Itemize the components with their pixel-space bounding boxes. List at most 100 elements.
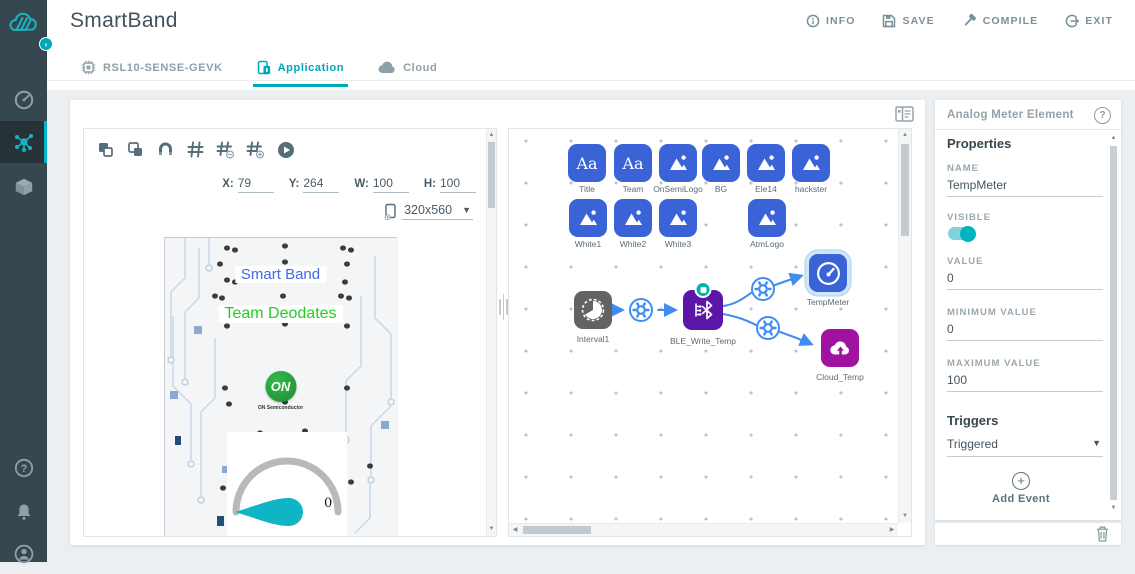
page-title: SmartBand [70, 9, 178, 32]
help-icon[interactable]: ? [1094, 107, 1111, 124]
element-node-white3[interactable] [659, 199, 697, 237]
gauge-icon [13, 89, 35, 111]
device-size-select[interactable]: 320x560 ▼ [384, 203, 473, 220]
scrollbar-thumb[interactable] [901, 144, 909, 236]
element-node-atmlogo[interactable] [748, 199, 786, 237]
scroll-left-arrow[interactable]: ◀ [509, 524, 521, 536]
value-field-input[interactable]: 0 [947, 271, 1103, 290]
play-preview-icon[interactable] [276, 140, 295, 159]
flow-node-cloud-temp[interactable] [821, 329, 859, 367]
chip-icon [81, 60, 96, 75]
ble-status-badge [694, 281, 712, 298]
image-icon [625, 210, 642, 225]
scrollbar-thumb[interactable] [523, 526, 591, 534]
maximum-value-input[interactable]: 100 [947, 373, 1103, 392]
visible-toggle[interactable] [948, 225, 976, 242]
minimum-value-input[interactable]: 0 [947, 322, 1103, 341]
bring-forward-icon[interactable] [96, 140, 115, 159]
element-node-team[interactable]: Aa [614, 144, 652, 182]
designer-scrollbar[interactable]: ▲ ▼ [486, 129, 496, 536]
sidebar-item-dashboard[interactable] [0, 80, 47, 120]
sidebar-item-account[interactable] [0, 534, 47, 574]
compile-button[interactable]: COMPILE [962, 13, 1039, 28]
position-size-fields: X: 79 Y: 264 W: 100 H: 100 [222, 176, 476, 193]
scrollbar-thumb[interactable] [1110, 146, 1117, 500]
preview-team-name[interactable]: Team Deodates [218, 305, 343, 323]
designer-toolbar [96, 140, 295, 159]
sidebar-item-notifications[interactable] [0, 492, 47, 532]
flow-node-interval1[interactable] [574, 291, 612, 329]
on-semiconductor-caption: ON Semiconductor [257, 405, 304, 411]
element-node-hackster[interactable] [792, 144, 830, 182]
preview-app-title[interactable]: Smart Band [234, 266, 327, 283]
y-field-input[interactable]: 264 [303, 176, 340, 193]
h-field-input[interactable]: 100 [440, 176, 476, 193]
element-node-bg[interactable] [702, 144, 740, 182]
sidebar-item-node-editor[interactable] [0, 121, 47, 163]
sidebar-item-help[interactable]: ? [0, 448, 47, 488]
panel-splitter-handle[interactable] [499, 290, 509, 324]
app-cloud-logo-icon[interactable] [6, 9, 41, 37]
scroll-down-arrow[interactable]: ▼ [487, 524, 496, 535]
trigger-select-value: Triggered [947, 437, 998, 451]
scrollbar-thumb[interactable] [488, 142, 495, 208]
snap-magnet-icon[interactable] [156, 140, 175, 159]
grid-decrease-icon[interactable] [216, 140, 235, 159]
element-node-title[interactable]: Aa [568, 144, 606, 182]
triggers-section-title: Triggers [947, 413, 999, 428]
sidebar-item-packages[interactable] [0, 167, 47, 207]
image-icon [580, 210, 597, 225]
element-node-ele14[interactable] [747, 144, 785, 182]
cloud-upload-icon [829, 340, 849, 355]
element-node-onsemilogo[interactable] [659, 144, 697, 182]
delete-element-button[interactable] [1096, 526, 1109, 542]
analog-meter-gauge [232, 457, 342, 526]
compile-icon [962, 13, 977, 28]
visible-field-label: VISIBLE [947, 212, 991, 223]
scroll-up-arrow[interactable]: ▲ [1109, 133, 1118, 144]
save-button[interactable]: SAVE [882, 13, 934, 28]
x-field-input[interactable]: 79 [237, 176, 274, 193]
scroll-up-arrow[interactable]: ▲ [899, 130, 911, 141]
scroll-down-arrow[interactable]: ▼ [899, 511, 911, 522]
name-field-input[interactable]: TempMeter [947, 178, 1103, 197]
trash-icon [1097, 526, 1108, 542]
grid-icon[interactable] [186, 140, 205, 159]
scroll-down-arrow[interactable]: ▼ [1109, 503, 1118, 514]
node-editor-horizontal-scrollbar[interactable]: ◀ ▶ [509, 523, 898, 536]
node-editor-vertical-scrollbar[interactable]: ▲ ▼ [898, 129, 911, 523]
add-event-button[interactable]: + Add Event [935, 472, 1107, 505]
tab-cloud[interactable]: Cloud [374, 54, 441, 87]
node-editor-canvas[interactable]: Aa Title Aa Team OnSemiLogo BG Ele14 hac… [508, 128, 912, 537]
properties-scrollbar[interactable]: ▲ ▼ [1109, 133, 1118, 514]
grid-increase-icon[interactable] [246, 140, 265, 159]
design-workspace-card: X: 79 Y: 264 W: 100 H: 100 320x560 ▼ Sma… [70, 100, 925, 545]
value-field-label: VALUE [947, 256, 984, 267]
scroll-right-arrow[interactable]: ▶ [886, 524, 898, 536]
tab-bar: RSL10-SENSE-GEVK Application Cloud [77, 54, 441, 87]
x-field-label: X: [222, 178, 234, 190]
sidebar-expand-badge[interactable]: › [39, 37, 53, 51]
element-node-white1[interactable] [569, 199, 607, 237]
exit-button[interactable]: EXIT [1065, 13, 1113, 28]
info-icon [806, 14, 820, 28]
panel-layout-toggle-icon[interactable] [895, 106, 917, 125]
w-field-input[interactable]: 100 [372, 176, 409, 193]
device-size-value: 320x560 [404, 203, 453, 217]
app-preview-canvas[interactable]: Smart Band Team Deodates ON ON Semicondu… [164, 237, 398, 536]
header-actions: INFO SAVE COMPILE EXIT [806, 13, 1113, 28]
info-button[interactable]: INFO [806, 13, 855, 28]
send-backward-icon[interactable] [126, 140, 145, 159]
flow-node-ble-write-temp[interactable] [683, 281, 723, 330]
tab-rsl10-sense-gevk[interactable]: RSL10-SENSE-GEVK [77, 54, 227, 87]
element-node-white2[interactable] [614, 199, 652, 237]
on-semiconductor-logo[interactable]: ON [265, 371, 296, 402]
trigger-select[interactable]: Triggered ▼ [947, 437, 1103, 457]
analog-meter-widget[interactable]: 0 [227, 432, 347, 536]
node-label: hackster [794, 184, 828, 194]
tab-application[interactable]: Application [252, 54, 349, 87]
node-label: TempMeter [806, 297, 850, 307]
properties-panel: Analog Meter Element ? Properties NAME T… [935, 100, 1121, 520]
flow-node-tempmeter[interactable] [809, 254, 847, 292]
scroll-up-arrow[interactable]: ▲ [487, 130, 496, 141]
